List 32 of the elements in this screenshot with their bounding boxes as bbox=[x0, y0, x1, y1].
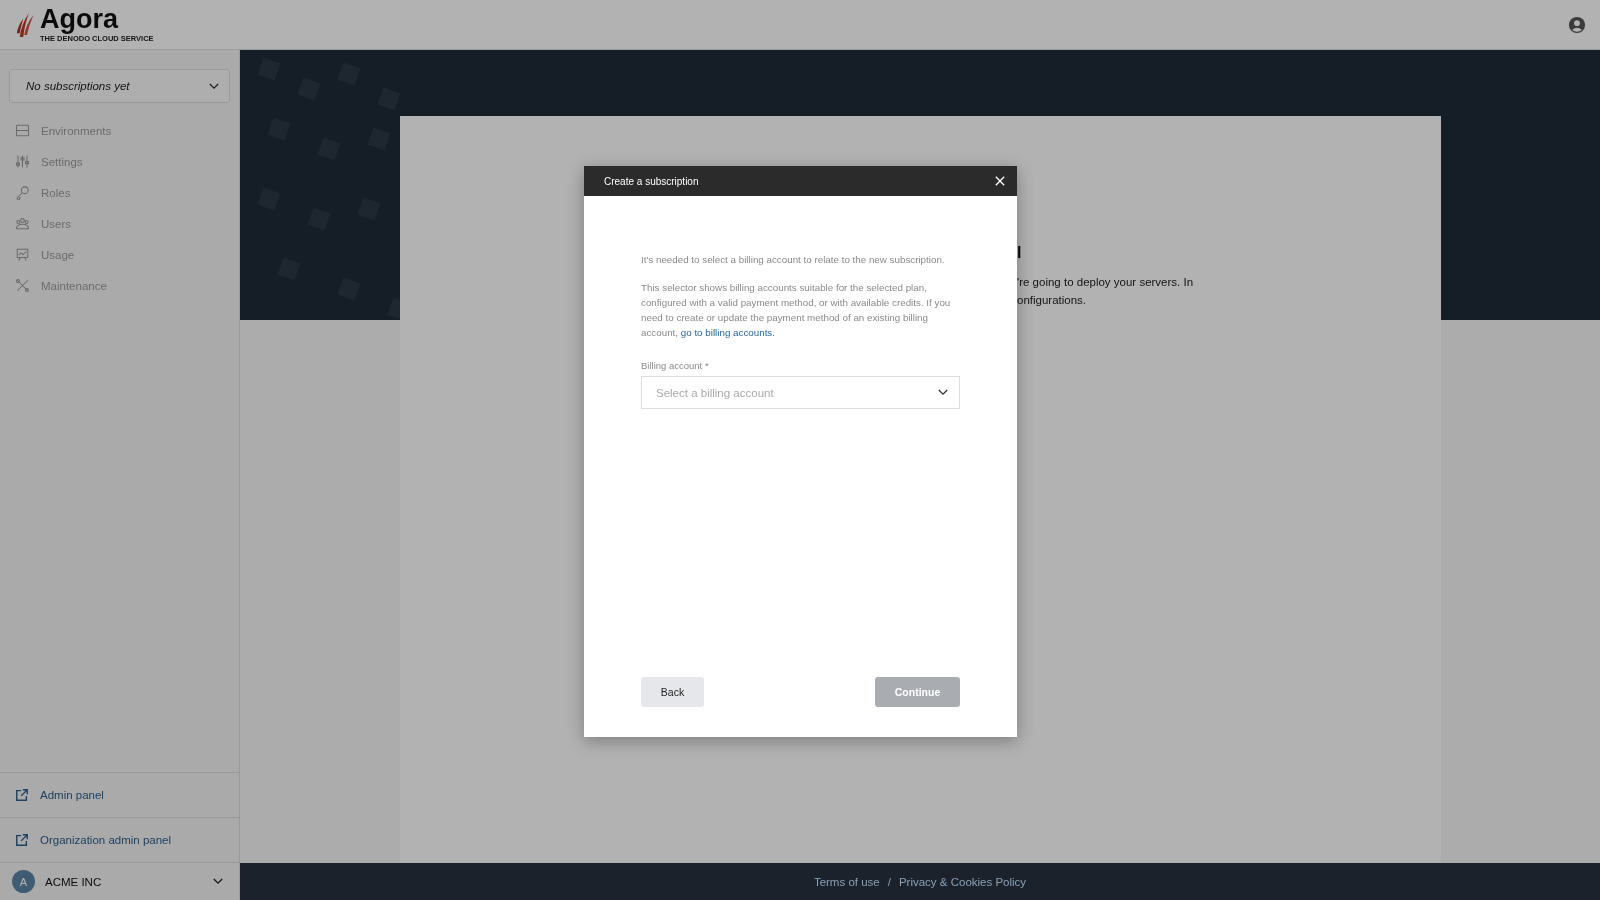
chevron-down-icon bbox=[213, 878, 223, 885]
chart-board-icon bbox=[15, 247, 30, 262]
subscription-select[interactable]: No subscriptions yet bbox=[9, 69, 230, 103]
footer-link[interactable]: Terms of use bbox=[813, 875, 880, 888]
description-fragment: 're going to deploy your servers. In bbox=[1017, 275, 1194, 290]
intro-text: It's needed to select a billing account to relate to the new subscription. bbox=[641, 253, 946, 267]
organization-avatar: A bbox=[12, 870, 35, 893]
admin-link[interactable]: Organization admin panel bbox=[0, 817, 239, 862]
billing-account-select[interactable]: Select a billing account bbox=[641, 376, 960, 409]
billing-accounts-link[interactable]: go to billing accounts. bbox=[680, 327, 775, 338]
external-link-icon bbox=[15, 833, 29, 847]
chevron-down-icon bbox=[938, 389, 948, 396]
field-label: Billing account * bbox=[641, 360, 710, 371]
user-account-icon[interactable] bbox=[1568, 15, 1586, 34]
back-button[interactable]: Back bbox=[641, 677, 704, 707]
footer-separator: / bbox=[887, 875, 891, 888]
sliders-icon bbox=[15, 154, 30, 169]
close-button[interactable] bbox=[993, 174, 1007, 188]
server-icon bbox=[15, 123, 30, 138]
admin-link[interactable]: Admin panel bbox=[0, 772, 239, 817]
users-icon bbox=[15, 216, 30, 231]
tools-icon bbox=[15, 278, 30, 293]
chevron-down-icon bbox=[209, 82, 219, 90]
organization-selector[interactable]: A ACME INC bbox=[0, 862, 239, 900]
explanation-text: This selector shows billing accounts suitable for the selected plan, configured with a valid payment method, or with available credits. If you need to create or update the payment method of an existing billing account, go to billing accounts. bbox=[641, 281, 952, 340]
external-link-icon bbox=[15, 788, 29, 802]
heading-fragment: l bbox=[1017, 244, 1022, 262]
description-fragment: onfigurations. bbox=[1017, 292, 1087, 308]
dialog-title: Create a subscription bbox=[604, 175, 699, 187]
logo-text: Agora bbox=[40, 6, 120, 34]
footer-link[interactable]: Privacy & Cookies Policy bbox=[898, 875, 1027, 888]
key-icon bbox=[15, 185, 30, 200]
